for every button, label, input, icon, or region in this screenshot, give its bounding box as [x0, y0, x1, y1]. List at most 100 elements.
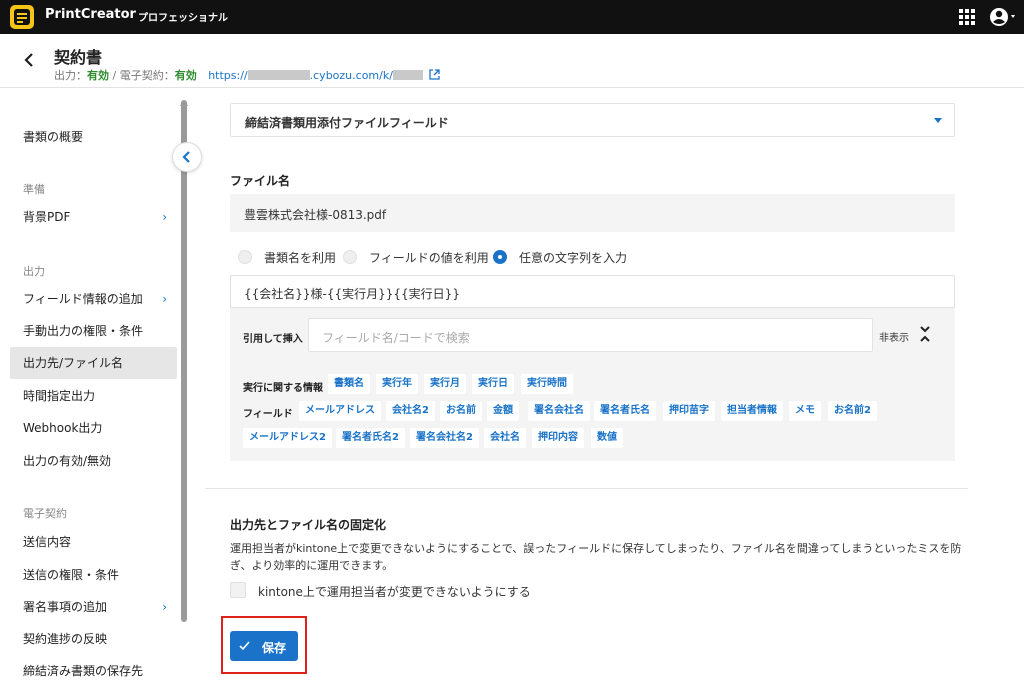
hide-toggle[interactable]: 非表示 — [879, 329, 909, 344]
chip-field-item[interactable]: 押印内容 — [532, 428, 584, 448]
dropdown-caret-icon — [934, 118, 942, 123]
chip-field-item[interactable]: メールアドレス — [299, 401, 381, 421]
app-url-link[interactable]: https:// .cybozu.com/k/ — [208, 69, 426, 82]
sidebar-item-scheduled-output[interactable]: 時間指定出力 — [10, 380, 177, 412]
chevron-right-icon: › — [162, 210, 167, 224]
scroll-down-arrow-icon[interactable] — [180, 677, 188, 683]
redacted-subdomain — [247, 70, 310, 80]
radio-document-name[interactable]: 書類名を利用 — [238, 249, 336, 265]
fields-label: フィールド — [243, 409, 293, 420]
chip-field-item[interactable]: 金額 — [487, 401, 519, 421]
printcreator-logo-icon — [10, 5, 34, 29]
radio-circle — [238, 250, 252, 264]
lock-section-description: 運用担当者がkintone上で変更できないようにすることで、誤ったフィールドに保… — [230, 542, 962, 572]
sidebar-section-output: 出力 — [23, 265, 45, 278]
chip-field-item[interactable]: メールアドレス2 — [243, 428, 332, 448]
sidebar-item-field-info[interactable]: フィールド情報の追加 › — [10, 283, 177, 315]
sidebar-item-background-pdf[interactable]: 背景PDF › — [10, 201, 177, 233]
sidebar-item-signed-storage[interactable]: 締結済み書類の保存先 — [10, 655, 177, 684]
sidebar-item-label: 締結済み書類の保存先 — [23, 664, 144, 678]
insert-panel: 引用して挿入 フィールド名/コードで検索 非表示 実行に関する情報 書類名 実行… — [230, 308, 955, 461]
radio-circle-selected — [493, 250, 507, 264]
collapse-sidebar-button[interactable] — [172, 142, 202, 172]
chip-field-item[interactable]: お名前2 — [828, 401, 877, 421]
save-label: 保存 — [262, 641, 287, 655]
lock-section-title: 出力先とファイル名の固定化 — [230, 518, 387, 532]
sidebar-item-label: 手動出力の権限・条件 — [23, 324, 144, 338]
output-label: 出力： — [54, 69, 87, 82]
sidebar: 書類の概要 準備 背景PDF › 出力 フィールド情報の追加 › 手動出力の権限・条… — [0, 89, 190, 684]
sidebar-item-destination-filename[interactable]: 出力先/ファイル名 — [10, 347, 177, 379]
brand-name: PrintCreator — [45, 7, 136, 22]
sidebar-item-send-permissions[interactable]: 送信の権限・条件 — [10, 559, 177, 591]
apps-grid-icon[interactable] — [958, 8, 976, 26]
sidebar-item-label: 署名事項の追加 — [23, 600, 108, 614]
lock-checkbox-label[interactable]: kintone上で運用担当者が変更できないようにする — [258, 583, 531, 600]
sidebar-item-label: 出力の有効/無効 — [23, 454, 112, 468]
chevron-right-icon: › — [162, 292, 167, 306]
chip-field-item[interactable]: 会社名 — [484, 428, 526, 448]
top-bar: PrintCreator プロフェッショナル — [0, 0, 1024, 34]
scroll-up-arrow-icon[interactable] — [180, 91, 188, 106]
chip-field-item[interactable]: 署名者氏名 — [594, 401, 656, 421]
field-search-input[interactable]: フィールド名/コードで検索 — [308, 318, 873, 352]
chip-field-item[interactable]: メモ — [789, 401, 821, 421]
radio-field-value[interactable]: フィールドの値を利用 — [343, 249, 489, 265]
exec-info-label: 実行に関する情報 — [243, 383, 323, 394]
filename-heading: ファイル名 — [230, 174, 291, 188]
sidebar-item-webhook[interactable]: Webhook出力 — [10, 412, 177, 444]
sidebar-item-signature-fields[interactable]: 署名事項の追加 › — [10, 591, 177, 623]
chip-exec-item[interactable]: 実行時間 — [521, 374, 573, 394]
url-mid: .cybozu.com/k/ — [309, 69, 393, 82]
external-link-icon[interactable] — [429, 69, 441, 80]
back-arrow-icon[interactable] — [20, 50, 40, 70]
sidebar-scrollbar[interactable] — [181, 100, 187, 622]
chip-field-item[interactable]: 署名会社名 — [528, 401, 590, 421]
radio-label: 任意の文字列を入力 — [519, 250, 628, 265]
user-account-icon[interactable] — [988, 5, 1018, 29]
chip-exec-item[interactable]: 実行月 — [424, 374, 466, 394]
sidebar-item-label: 時間指定出力 — [23, 389, 96, 403]
edition-label: プロフェッショナル — [138, 13, 228, 24]
radio-circle — [343, 250, 357, 264]
url-prefix: https:// — [208, 69, 248, 82]
sidebar-item-label: フィールド情報の追加 — [23, 292, 143, 306]
destination-field-select[interactable]: 締結済書類用添付ファイルフィールド — [230, 103, 955, 137]
esign-status-badge: 有効 — [174, 69, 197, 82]
chip-exec-item[interactable]: 実行年 — [376, 374, 418, 394]
chip-field-item[interactable]: 担当者情報 — [721, 401, 783, 421]
sidebar-item-output-toggle[interactable]: 出力の有効/無効 — [10, 445, 177, 477]
radio-label: フィールドの値を利用 — [369, 250, 489, 265]
sidebar-item-progress-sync[interactable]: 契約進捗の反映 — [10, 623, 177, 655]
status-separator: / — [109, 69, 120, 82]
status-line: 出力：有効 / 電子契約：有効 https://.cybozu.com/k/ — [54, 67, 441, 83]
chip-field-item[interactable]: お名前 — [440, 401, 482, 421]
sidebar-section-esign: 電子契約 — [23, 507, 67, 520]
sidebar-item-send-content[interactable]: 送信内容 — [10, 526, 177, 558]
lock-checkbox[interactable] — [230, 582, 246, 598]
filename-template-input[interactable]: {{会社名}}様-{{実行月}}{{実行日}} — [230, 275, 955, 308]
sidebar-item-overview[interactable]: 書類の概要 — [10, 121, 177, 153]
filename-preview: 豊雲株式会社様-0813.pdf — [230, 194, 955, 232]
chip-field-item[interactable]: 会社名2 — [386, 401, 435, 421]
select-value: 締結済書類用添付ファイルフィールド — [245, 116, 449, 130]
chip-exec-item[interactable]: 書類名 — [328, 374, 370, 394]
section-divider — [205, 488, 968, 489]
chip-field-item[interactable]: 署名会社名2 — [410, 428, 479, 448]
chip-field-item[interactable]: 数値 — [591, 428, 623, 448]
chip-exec-item[interactable]: 実行日 — [472, 374, 514, 394]
sidebar-item-manual-output[interactable]: 手動出力の権限・条件 — [10, 315, 177, 347]
save-button[interactable]: 保存 — [230, 631, 298, 661]
chip-field-item[interactable]: 押印苗字 — [663, 401, 715, 421]
sidebar-item-label: Webhook出力 — [23, 421, 103, 435]
collapse-icon[interactable] — [919, 325, 931, 343]
sidebar-item-label: 送信内容 — [23, 535, 72, 549]
chevron-left-icon — [182, 151, 190, 163]
output-status-badge: 有効 — [87, 69, 109, 82]
sidebar-section-prep: 準備 — [23, 183, 45, 196]
chip-field-item[interactable]: 署名者氏名2 — [336, 428, 405, 448]
radio-custom-string[interactable]: 任意の文字列を入力 — [493, 249, 627, 265]
check-icon — [239, 641, 250, 651]
sidebar-item-label: 送信の権限・条件 — [23, 568, 120, 582]
chevron-right-icon: › — [162, 600, 167, 614]
